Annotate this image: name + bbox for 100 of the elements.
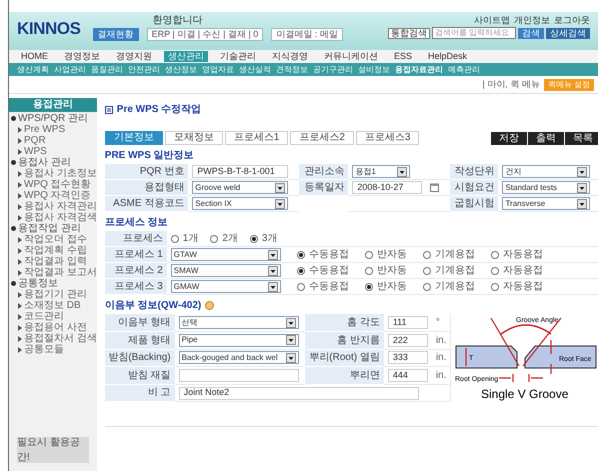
radio-option[interactable]: 반자동 [364,247,407,262]
action-button[interactable]: 출력 [528,132,564,145]
company-logo[interactable]: KINNOS [17,20,81,37]
sidebar-item[interactable]: 공통모듈 [24,344,64,354]
radio-button[interactable] [490,266,499,274]
text-field[interactable]: PWPS-B-T-8-1-001 [192,165,288,178]
nav-tab[interactable]: 기술관리 [216,51,260,62]
sidebar-group[interactable]: 공통정보 [18,278,58,288]
section-tab[interactable]: 프로세스3 [356,131,420,145]
action-button[interactable]: 목록 [564,132,598,145]
search-field[interactable]: 검색어를 입력하세요 [432,27,516,39]
radio-option[interactable]: 2개 [210,231,238,246]
radio-option[interactable]: 수동용접 [296,247,349,262]
select-field[interactable]: Section IX [192,197,288,210]
sidebar-item[interactable]: 작업결과 보고서 [24,268,97,278]
radio-button[interactable] [422,266,431,274]
text-field[interactable]: 222 [388,334,428,347]
radio-button[interactable] [364,266,373,274]
help-icon[interactable] [205,301,214,310]
select-field[interactable]: Pipe [178,334,299,347]
select-field[interactable]: Groove weld [192,181,288,194]
header-link[interactable]: 사이트맵 [474,16,510,25]
sidebar-item[interactable]: 용접사 자격관리 [24,202,97,212]
radio-option[interactable]: 수동용접 [296,279,349,294]
radio-button[interactable] [296,282,305,290]
text-field[interactable]: 444 [388,368,428,382]
text-field[interactable]: 333 [388,351,428,364]
sidebar-group[interactable]: WPS/PQR 관리 [18,114,88,124]
status-chip[interactable]: 결재현황 [92,28,139,41]
radio-button[interactable] [296,250,305,258]
nav-tab[interactable]: ESS [390,51,416,62]
sidebar-item[interactable]: 작업계획 수립 [24,246,87,256]
status-chip[interactable]: ERP | 미결 | 수신 | 결재 | 0 [146,28,264,41]
nav-tab[interactable]: 커뮤니케이션 [320,51,382,62]
radio-option[interactable]: 반자동 [364,279,407,294]
header-link[interactable]: 로그아웃 [554,16,590,25]
status-chip[interactable]: 미결메일 : 메일 [271,28,343,41]
sidebar-item[interactable]: 용접사 자격검색 [24,212,97,222]
radio-button[interactable] [364,250,373,258]
sidebar-item[interactable]: PQR [24,136,46,146]
sidebar-item[interactable]: 코드관리 [24,312,64,322]
nav-tab[interactable]: HOME [17,51,52,62]
radio-button[interactable] [490,250,499,258]
select-field[interactable]: 용접1 [352,165,410,178]
search-button[interactable]: 검색 [518,28,544,38]
calendar-icon[interactable] [430,183,440,192]
select-field[interactable]: Back-gouged and back wel [178,351,299,364]
sidebar-item[interactable]: WPQ 자격인증 [24,190,91,200]
select-field[interactable]: Transverse [502,197,590,210]
radio-button[interactable] [364,282,373,290]
text-field[interactable]: Joint Note2 [178,386,419,400]
section-tab[interactable]: 프로세스1 [224,131,288,145]
radio-button[interactable] [422,282,431,290]
sidebar-item[interactable]: 용접용어 사전 [24,322,87,332]
radio-option[interactable]: 기계용접 [422,247,475,262]
section-tab[interactable]: 프로세스2 [290,131,354,145]
advanced-search-button[interactable]: 상세검색 [546,28,590,38]
text-field[interactable]: 2008-10-27 [352,181,422,194]
radio-option[interactable]: 1개 [170,231,198,246]
sidebar-group[interactable]: 용접작업 관리 [18,224,81,234]
radio-button[interactable] [422,250,431,258]
radio-option[interactable]: 자동용접 [490,247,543,262]
sidebar-item[interactable]: WPS [24,146,47,156]
radio-option[interactable]: 자동용접 [490,263,543,278]
select-field[interactable]: GMAW [170,280,281,293]
radio-button[interactable] [490,282,499,290]
radio-option[interactable]: 기계용접 [422,279,475,294]
sidebar-item[interactable]: 소재정보 DB [24,300,81,310]
radio-option[interactable]: 수동용접 [296,263,349,278]
radio-button[interactable] [170,234,179,242]
sidebar-item[interactable]: Pre WPS [24,124,66,134]
radio-option[interactable]: 기계용접 [422,263,475,278]
section-tab[interactable]: 모재정보 [164,131,223,145]
sidebar-item[interactable]: WPQ 접수현황 [24,180,91,190]
radio-option[interactable]: 반자동 [364,263,407,278]
section-tab[interactable]: 기본정보 [104,131,163,145]
header-link[interactable]: 개인정보 [514,16,550,25]
action-button[interactable]: 저장 [490,132,527,145]
select-field[interactable]: GTAW [170,248,281,261]
text-field[interactable]: 111 [388,316,428,329]
select-field[interactable]: Standard tests [502,181,590,194]
text-field[interactable] [178,368,299,382]
radio-option[interactable]: 3개 [250,231,278,246]
sidebar-item[interactable]: 작업오더 접수 [24,234,87,244]
search-scope-select[interactable]: 통합검색 [388,28,430,38]
radio-button[interactable] [210,234,218,242]
sidebar-item[interactable]: 용접기기 관리 [24,290,87,300]
select-field[interactable]: 건지 [502,165,590,178]
nav-tab[interactable]: 경영지원 [112,51,156,62]
radio-option[interactable]: 자동용접 [490,279,543,294]
sidebar-item[interactable]: 작업결과 입력 [24,256,87,266]
select-field[interactable]: SMAW [170,264,281,277]
nav-tab[interactable]: 지식경영 [268,51,312,62]
nav-tab[interactable]: HelpDesk [424,51,472,62]
select-field[interactable]: 선택 [178,316,299,329]
sidebar-item[interactable]: 용접절차서 검색 [24,334,97,344]
sidebar-item[interactable]: 용접사 기초정보 [24,168,97,178]
sidebar-group[interactable]: 용접사 관리 [18,158,71,168]
nav-tab[interactable]: 경영정보 [60,51,104,62]
radio-button[interactable] [250,234,258,242]
